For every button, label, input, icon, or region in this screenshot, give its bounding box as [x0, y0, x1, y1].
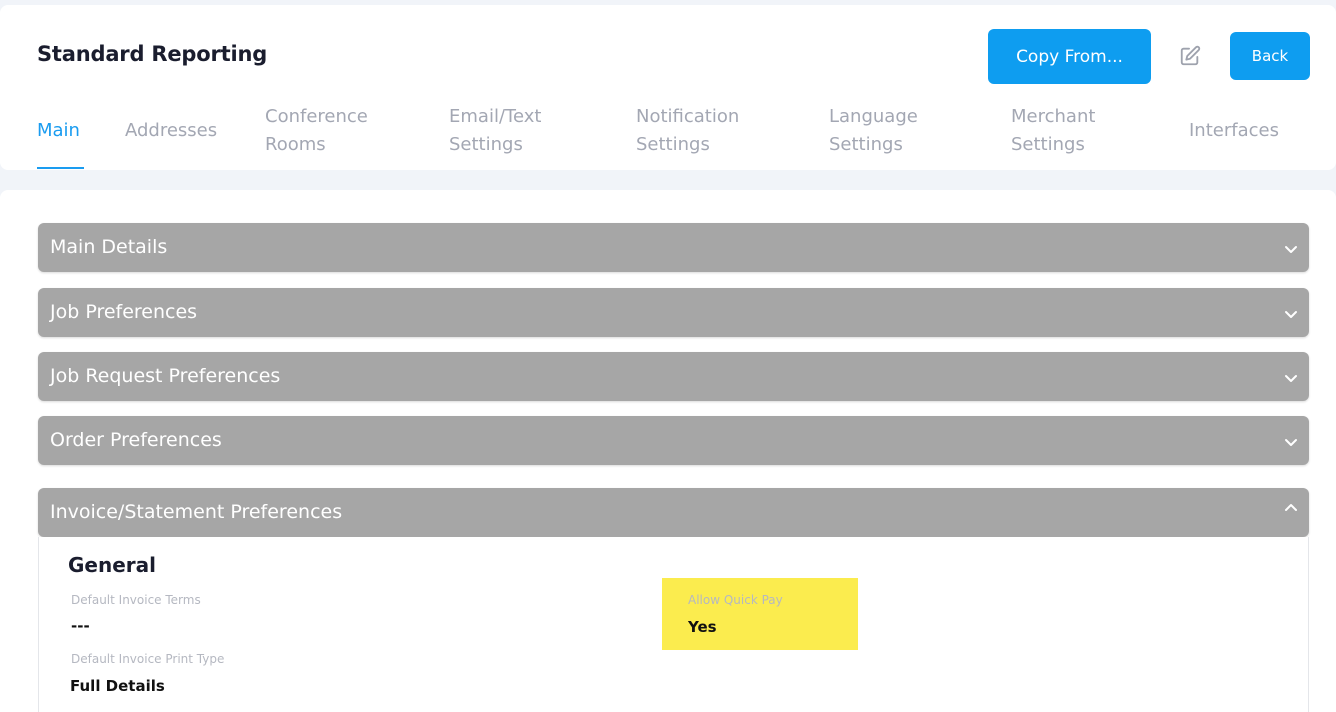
chevron-up-icon	[1285, 504, 1297, 511]
accordion-title: Job Preferences	[50, 301, 198, 323]
accordion-title: Job Request Preferences	[50, 365, 281, 387]
tab-conference-rooms[interactable]: Conference Rooms	[265, 103, 368, 159]
active-tab-indicator	[37, 167, 84, 169]
tab-email-text-settings[interactable]: Email/Text Settings	[449, 103, 541, 159]
tab-interfaces[interactable]: Interfaces	[1189, 117, 1279, 145]
allow-quick-pay-highlight	[662, 578, 858, 650]
default-invoice-terms-value: ---	[71, 617, 90, 635]
tab-language-settings[interactable]: Language Settings	[829, 103, 918, 159]
copy-from-button[interactable]: Copy From...	[988, 29, 1151, 84]
accordion-title: Order Preferences	[50, 429, 222, 451]
chevron-down-icon	[1285, 311, 1297, 318]
edit-icon	[1180, 45, 1201, 66]
edit-button[interactable]	[1176, 42, 1204, 70]
accordion-title: Main Details	[50, 236, 168, 258]
accordion-title: Invoice/Statement Preferences	[50, 501, 343, 523]
tab-merchant-settings[interactable]: Merchant Settings	[1011, 103, 1095, 159]
chevron-down-icon	[1285, 375, 1297, 382]
tab-addresses[interactable]: Addresses	[125, 117, 217, 145]
accordion-job-request-preferences[interactable]: Job Request Preferences	[38, 352, 1309, 401]
accordion-invoice-statement-preferences[interactable]: Invoice/Statement Preferences	[38, 488, 1309, 537]
accordion-job-preferences[interactable]: Job Preferences	[38, 288, 1309, 337]
chevron-down-icon	[1285, 246, 1297, 253]
tab-notification-settings[interactable]: Notification Settings	[636, 103, 739, 159]
page-title: Standard Reporting	[37, 42, 268, 66]
allow-quick-pay-value: Yes	[688, 618, 717, 636]
back-button[interactable]: Back	[1230, 32, 1310, 80]
accordion-order-preferences[interactable]: Order Preferences	[38, 416, 1309, 465]
section-title-general: General	[68, 553, 156, 577]
accordion-main-details[interactable]: Main Details	[38, 223, 1309, 272]
allow-quick-pay-label: Allow Quick Pay	[688, 593, 783, 607]
default-invoice-terms-label: Default Invoice Terms	[71, 593, 201, 607]
chevron-down-icon	[1285, 439, 1297, 446]
tab-main[interactable]: Main	[37, 117, 80, 145]
default-invoice-print-type-label: Default Invoice Print Type	[71, 652, 225, 666]
default-invoice-print-type-value: Full Details	[70, 677, 165, 695]
